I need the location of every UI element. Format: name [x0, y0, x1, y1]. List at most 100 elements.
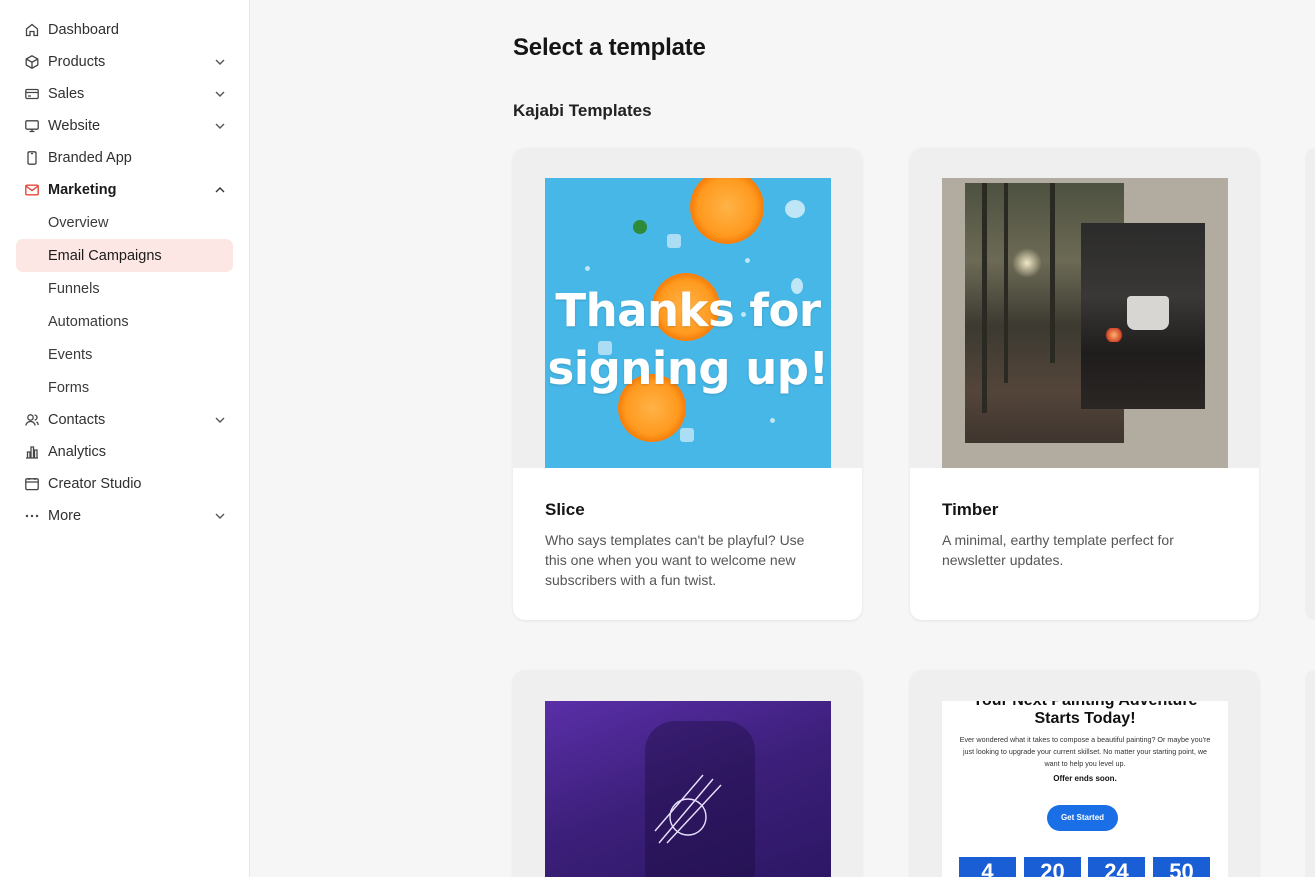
template-card-painting[interactable]: Your Next Painting Adventure Starts Toda… — [910, 670, 1259, 877]
sidebar-item-products[interactable]: Products — [16, 46, 233, 78]
template-thumbnail — [545, 701, 831, 877]
logo-mark-icon — [654, 774, 722, 844]
fire-image — [1104, 328, 1124, 342]
preview-heading: Starts Today! — [1034, 710, 1136, 727]
sidebar-subitem-forms[interactable]: Forms — [16, 371, 233, 404]
chevron-down-icon — [213, 55, 227, 69]
water-drop-image — [785, 200, 805, 218]
sidebar-item-branded-app[interactable]: Branded App — [16, 142, 233, 174]
ice-cube-image — [680, 428, 694, 442]
template-card-partial[interactable] — [1305, 148, 1315, 620]
sidebar: Dashboard Products Sales Website Branded… — [0, 0, 250, 877]
countdown-box: 4 — [959, 857, 1016, 877]
bar-chart-icon — [24, 444, 40, 460]
template-name: Slice — [545, 500, 585, 519]
template-card-slice[interactable]: Thanks for signing up! Slice Who says te… — [513, 148, 862, 620]
sidebar-subitem-automations[interactable]: Automations — [16, 305, 233, 338]
template-description: Who says templates can't be playful? Use… — [545, 532, 805, 588]
sidebar-item-creator-studio[interactable]: Creator Studio — [16, 468, 233, 500]
main-content: Select a template Kajabi Templates Thank… — [251, 0, 1315, 877]
sun-glow-image — [1012, 248, 1042, 278]
preview-offer: Offer ends soon. — [1053, 774, 1117, 783]
sidebar-subitem-overview[interactable]: Overview — [16, 206, 233, 239]
section-title: Kajabi Templates — [513, 101, 652, 120]
sidebar-subitem-funnels[interactable]: Funnels — [16, 272, 233, 305]
ice-cube-image — [667, 234, 681, 248]
template-card-timber[interactable]: Timber A minimal, earthy template perfec… — [910, 148, 1259, 620]
sidebar-item-label: Contacts — [48, 412, 106, 428]
chevron-down-icon — [213, 87, 227, 101]
sidebar-item-website[interactable]: Website — [16, 110, 233, 142]
sidebar-subitem-label: Overview — [48, 214, 109, 231]
tree-trunk-image — [1050, 183, 1055, 363]
water-drop-image — [745, 258, 750, 263]
template-card-partial[interactable] — [1305, 670, 1315, 877]
orange-slice-image — [690, 178, 764, 244]
template-thumbnail-area — [910, 148, 1259, 468]
template-description: A minimal, earthy template perfect for n… — [942, 532, 1174, 568]
slice-preview-image: Thanks for signing up! — [545, 178, 831, 468]
sidebar-item-label: Creator Studio — [48, 476, 142, 492]
sidebar-subitem-email-campaigns[interactable]: Email Campaigns — [16, 239, 233, 272]
chevron-down-icon — [213, 119, 227, 133]
mail-icon — [24, 182, 40, 198]
calendar-icon — [24, 476, 40, 492]
template-thumbnail: Thanks for signing up! — [545, 178, 831, 468]
painting-preview-image: Your Next Painting Adventure Starts Toda… — [942, 701, 1228, 877]
sidebar-item-label: Analytics — [48, 444, 107, 460]
template-thumbnail: Your Next Painting Adventure Starts Toda… — [942, 701, 1228, 877]
users-icon — [24, 412, 40, 428]
preview-get-started-button: Get Started — [1047, 805, 1118, 831]
sidebar-item-contacts[interactable]: Contacts — [16, 404, 233, 436]
sidebar-subitem-label: Email Campaigns — [48, 247, 162, 264]
water-drop-image — [585, 266, 590, 271]
template-thumbnail-area: Your Next Painting Adventure Starts Toda… — [910, 670, 1259, 877]
template-card-body: Timber A minimal, earthy template perfec… — [910, 468, 1259, 570]
template-thumbnail — [942, 178, 1228, 468]
sidebar-item-marketing[interactable]: Marketing — [16, 174, 233, 206]
sidebar-subitem-events[interactable]: Events — [16, 338, 233, 371]
chevron-up-icon — [213, 183, 227, 197]
chevron-down-icon — [213, 509, 227, 523]
preview-body: Ever wondered what it takes to compose a… — [959, 735, 1211, 768]
sidebar-item-dashboard[interactable]: Dashboard — [16, 14, 233, 46]
sidebar-item-more[interactable]: More — [16, 500, 233, 532]
tree-trunk-image — [982, 183, 987, 413]
thumbnail-headline-line: signing up! — [547, 342, 829, 395]
credit-card-icon — [24, 86, 40, 102]
template-card-purple[interactable] — [513, 670, 862, 877]
sidebar-subitem-label: Automations — [48, 313, 129, 330]
countdown-box: 50 — [1153, 857, 1210, 877]
template-thumbnail-area — [513, 670, 862, 877]
sidebar-subitem-label: Forms — [48, 379, 90, 396]
sidebar-item-label: Products — [48, 54, 106, 70]
monitor-icon — [24, 118, 40, 134]
sidebar-item-label: Website — [48, 118, 101, 134]
thumbnail-headline: Thanks for signing up! — [545, 282, 831, 398]
sidebar-item-label: Branded App — [48, 150, 132, 166]
sidebar-item-label: Sales — [48, 86, 85, 102]
purple-preview-image — [545, 701, 831, 877]
leaf-image — [633, 220, 647, 234]
countdown-box: 24 — [1088, 857, 1145, 877]
sidebar-item-label: Marketing — [48, 182, 117, 198]
box-icon — [24, 54, 40, 70]
sidebar-subitem-label: Funnels — [48, 280, 100, 297]
sidebar-item-sales[interactable]: Sales — [16, 78, 233, 110]
tree-trunk-image — [1004, 183, 1008, 383]
template-name: Timber — [942, 500, 999, 519]
thumbnail-headline-line: Thanks for — [555, 284, 821, 337]
template-thumbnail-area: Thanks for signing up! — [513, 148, 862, 468]
sidebar-subitem-label: Events — [48, 346, 93, 363]
more-dots-icon — [24, 508, 40, 524]
timber-preview-image — [942, 178, 1228, 468]
home-icon — [24, 22, 40, 38]
countdown-box: 20 — [1024, 857, 1081, 877]
sidebar-item-label: Dashboard — [48, 22, 119, 38]
water-drop-image — [770, 418, 775, 423]
page-title: Select a template — [513, 34, 706, 61]
preview-heading: Your Next Painting Adventure — [942, 701, 1228, 710]
sidebar-item-label: More — [48, 508, 82, 524]
phone-icon — [24, 150, 40, 166]
sidebar-item-analytics[interactable]: Analytics — [16, 436, 233, 468]
